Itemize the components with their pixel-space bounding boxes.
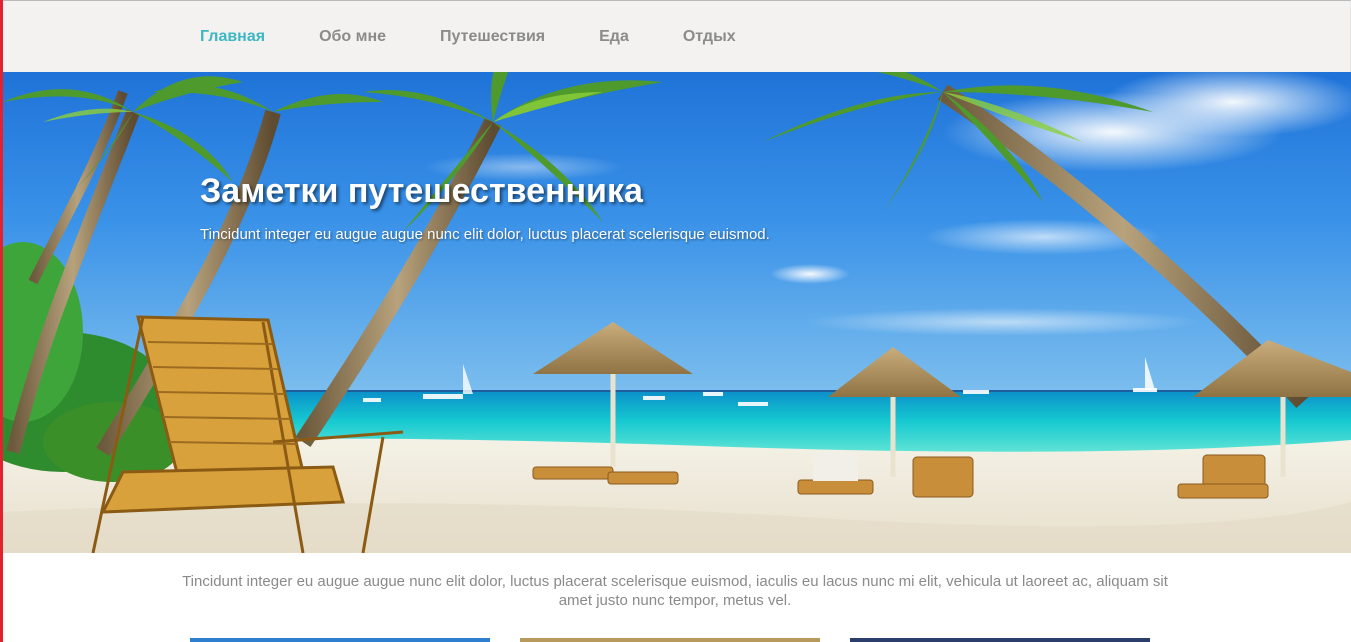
hero-banner: Заметки путешественника Tincidunt intege… <box>3 72 1351 553</box>
page: Главная Обо мне Путешествия Еда Отдых За… <box>0 0 1351 642</box>
nav-item-food[interactable]: Еда <box>599 28 629 46</box>
intro-text: Tincidunt integer eu augue augue nunc el… <box>182 573 1168 609</box>
nav-item-rest[interactable]: Отдых <box>683 28 736 46</box>
window-edge <box>0 0 3 642</box>
nav-item-travel[interactable]: Путешествия <box>440 28 545 46</box>
card-thumbnail-1[interactable] <box>190 638 490 642</box>
card-thumbnail-2[interactable] <box>520 638 820 642</box>
beach-hero-image <box>3 72 1351 553</box>
hero-subtitle: Tincidunt integer eu augue augue nunc el… <box>200 226 770 243</box>
hero-title: Заметки путешественника <box>200 172 643 210</box>
main-nav: Главная Обо мне Путешествия Еда Отдых <box>200 28 790 46</box>
top-navigation-bar: Главная Обо мне Путешествия Еда Отдых <box>3 0 1351 72</box>
nav-item-about[interactable]: Обо мне <box>319 28 386 46</box>
card-thumbnail-3[interactable] <box>850 638 1150 642</box>
nav-item-home[interactable]: Главная <box>200 28 265 46</box>
